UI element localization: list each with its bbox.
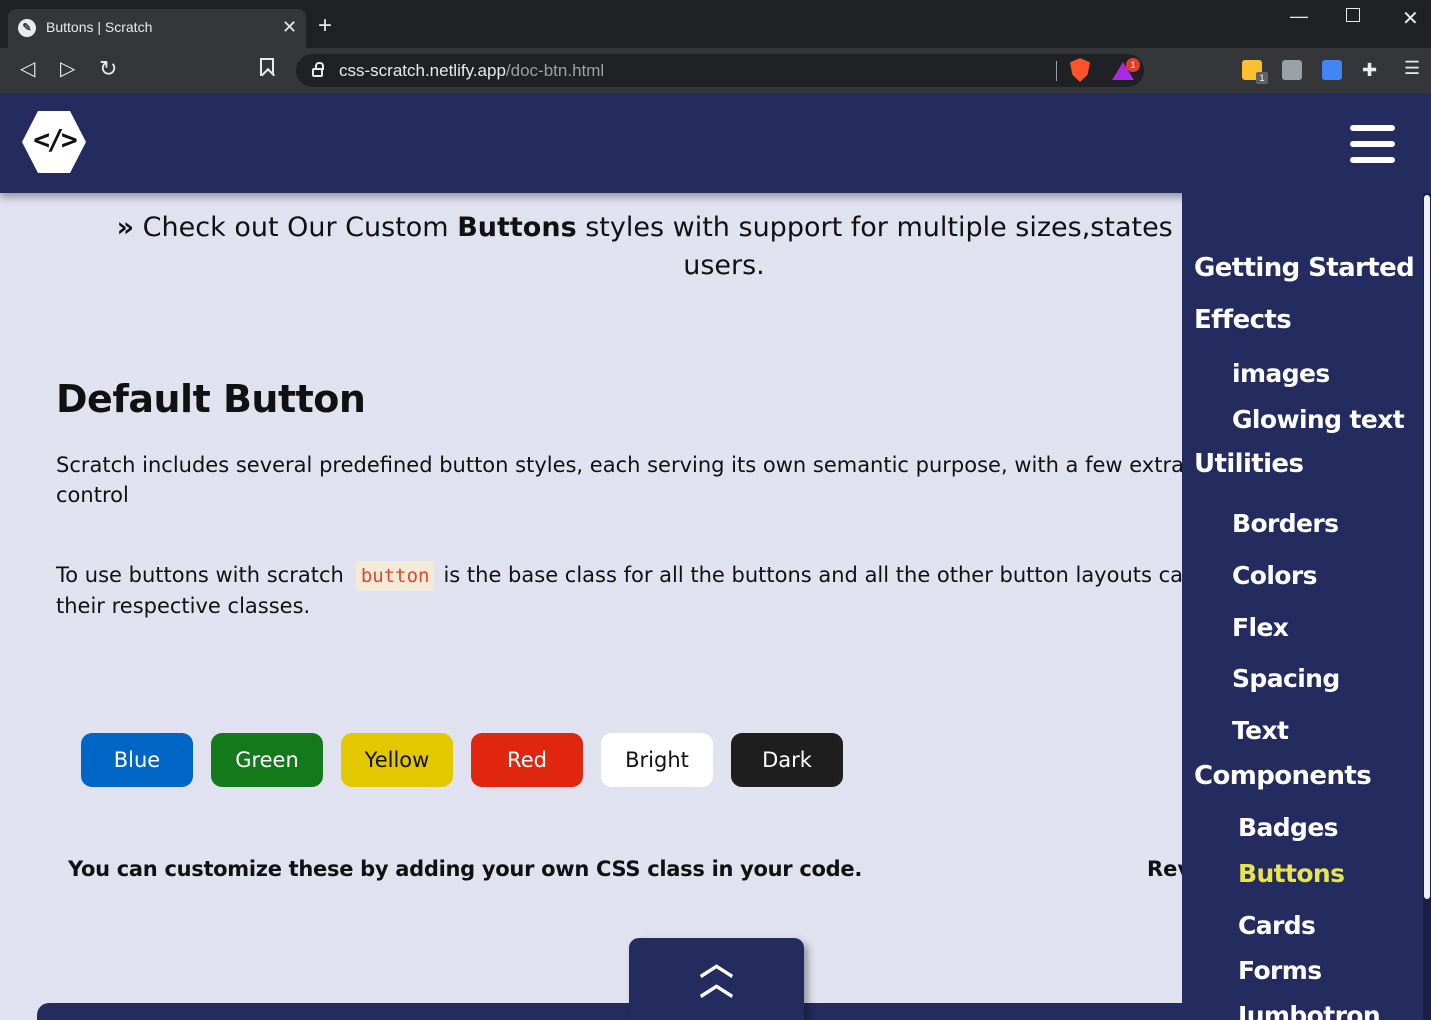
web-page: </> » Check out Our Custom Buttons style… <box>0 93 1431 1020</box>
window-close-button[interactable]: ✕ <box>1402 6 1419 31</box>
code-logo-icon: </> <box>33 123 78 156</box>
sidebar-item-colors[interactable]: Colors <box>1232 561 1317 590</box>
sidebar-scrollbar-thumb[interactable] <box>1424 195 1430 899</box>
window-maximize-button[interactable] <box>1346 8 1360 22</box>
sidebar-item-flex[interactable]: Flex <box>1232 613 1289 642</box>
intro-text: » Check out Our Custom Buttons styles wi… <box>56 209 1182 285</box>
usage-paragraph: To use buttons with scratch button is the … <box>56 560 1182 621</box>
browser-tab-bar: ✎ Buttons | Scratch ✕ + — ✕ <box>0 0 1431 48</box>
rewards-badge: 1 <box>1126 58 1140 72</box>
site-header: </> <box>0 93 1431 193</box>
sidebar-item-borders[interactable]: Borders <box>1232 509 1339 538</box>
intro-post: styles with support for multiple sizes,s… <box>585 212 1182 243</box>
sidebar-item-spacing[interactable]: Spacing <box>1232 664 1340 693</box>
dark-button[interactable]: Dark <box>731 733 843 787</box>
sidebar-item-images[interactable]: images <box>1232 359 1330 388</box>
browser-menu-icon[interactable]: ☰ <box>1404 58 1420 79</box>
intro-pre: Check out Our Custom <box>134 212 458 243</box>
reveal-code-link[interactable]: Rev <box>1147 857 1182 881</box>
sidebar-item-utilities[interactable]: Utilities <box>1194 449 1304 479</box>
sidebar-item-components[interactable]: Components <box>1194 761 1372 791</box>
window-minimize-button[interactable]: — <box>1290 6 1308 27</box>
sidebar-item-cards[interactable]: Cards <box>1238 911 1316 940</box>
red-button[interactable]: Red <box>471 733 583 787</box>
scratch-favicon-icon: ✎ <box>18 19 36 37</box>
extension-badge: 1 <box>1256 72 1268 84</box>
para1-line1: Scratch includes several predefined butt… <box>56 453 1182 477</box>
blue-button[interactable]: Blue <box>81 733 193 787</box>
new-tab-button[interactable]: + <box>318 14 332 38</box>
customize-note: You can customize these by adding your o… <box>68 857 863 881</box>
double-chevron-icon: » <box>116 212 135 243</box>
copy-extension-icon[interactable] <box>1282 60 1302 80</box>
description-paragraph: Scratch includes several predefined butt… <box>56 450 1182 510</box>
url-host: css-scratch.netlify.app <box>339 61 506 80</box>
browser-tab[interactable]: ✎ Buttons | Scratch ✕ <box>8 9 306 48</box>
sidebar-item-buttons[interactable]: Buttons <box>1238 859 1345 888</box>
sidebar-item-forms[interactable]: Forms <box>1238 956 1322 985</box>
sidebar-item-effects[interactable]: Effects <box>1194 305 1292 335</box>
sidebar-item-badges[interactable]: Badges <box>1238 813 1339 842</box>
sidebar-item-text[interactable]: Text <box>1232 716 1289 745</box>
code-block-bar <box>37 1003 1182 1020</box>
tab-title: Buttons | Scratch <box>46 19 153 35</box>
section-title: Default Button <box>56 377 366 421</box>
bright-button[interactable]: Bright <box>601 733 713 787</box>
translate-extension-icon[interactable] <box>1322 60 1342 80</box>
demo-button-row: Blue Green Yellow Red Bright Dark <box>81 733 843 787</box>
sidebar-item-jumbotron[interactable]: Jumbotron <box>1238 1001 1381 1020</box>
browser-toolbar: ◁ ▷ ↻ css-scratch.netlify.app/doc-btn.ht… <box>0 48 1431 93</box>
brave-shields-icon[interactable] <box>1070 58 1090 82</box>
sidebar-item-getting-started[interactable]: Getting Started <box>1194 253 1415 283</box>
site-logo[interactable]: </> <box>22 110 86 174</box>
scroll-to-top-button[interactable]: ︿ ︿ <box>629 938 804 1020</box>
url-path: /doc-btn.html <box>505 61 605 80</box>
address-bar[interactable]: css-scratch.netlify.app/doc-btn.html 1 <box>296 54 1144 87</box>
reload-icon[interactable]: ↻ <box>99 56 117 82</box>
lock-icon[interactable] <box>312 62 324 77</box>
tab-close-icon[interactable]: ✕ <box>282 17 297 37</box>
sidebar-item-glowing-text[interactable]: Glowing text <box>1232 405 1405 434</box>
para2-pre: To use buttons with scratch <box>56 563 344 587</box>
intro-line2: users. <box>683 250 765 281</box>
url-text[interactable]: css-scratch.netlify.app/doc-btn.html <box>339 61 604 81</box>
double-chevron-up-icon: ︿ ︿ <box>699 945 734 1003</box>
docs-sidebar: Getting Started Effects images Glowing t… <box>1182 193 1431 1020</box>
intro-bold: Buttons <box>457 212 577 243</box>
extensions-puzzle-icon[interactable]: ✚ <box>1362 60 1382 80</box>
para2-post: is the base class for all the buttons an… <box>443 563 1182 587</box>
back-arrow-icon[interactable]: ◁ <box>20 56 35 82</box>
green-button[interactable]: Green <box>211 733 323 787</box>
omnibox-separator <box>1056 61 1057 81</box>
forward-arrow-icon[interactable]: ▷ <box>60 56 75 82</box>
main-content: » Check out Our Custom Buttons styles wi… <box>0 193 1182 1020</box>
para1-line2: control <box>56 483 129 507</box>
hamburger-menu-icon[interactable] <box>1350 125 1395 163</box>
yellow-button[interactable]: Yellow <box>341 733 453 787</box>
para2-line2: their respective classes. <box>56 594 311 618</box>
bookmark-icon[interactable] <box>260 58 274 76</box>
code-snippet: button <box>355 561 435 591</box>
